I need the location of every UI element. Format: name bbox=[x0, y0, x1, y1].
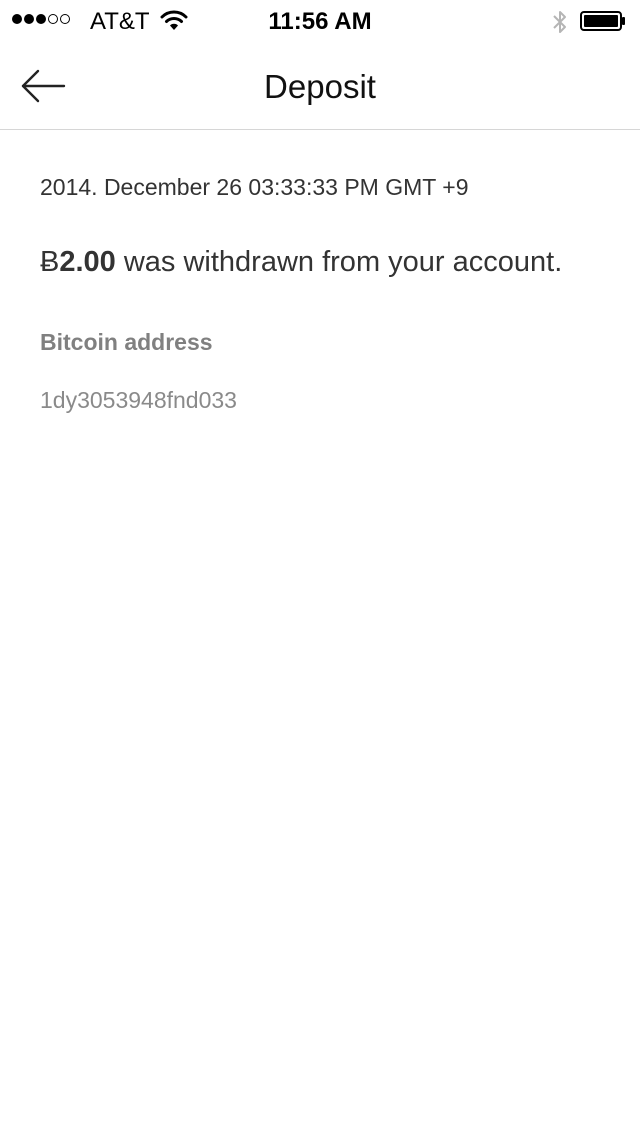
page-title: Deposit bbox=[264, 68, 376, 105]
status-bar: AT&T 11:56 AM bbox=[0, 0, 640, 40]
battery-icon bbox=[580, 11, 625, 31]
transaction-details: 2014. December 26 03:33:33 PM GMT +9 Ƀ2.… bbox=[40, 170, 610, 416]
transaction-amount: 2.00 bbox=[59, 246, 116, 278]
bitcoin-address-value[interactable]: 1dy3053948fnd033 bbox=[40, 384, 610, 416]
transaction-datetime: 2014. December 26 03:33:33 PM GMT +9 bbox=[40, 174, 469, 200]
bitcoin-address-label: Bitcoin address bbox=[40, 329, 213, 355]
transaction-message: Ƀ2.00 was withdrawn from your account. bbox=[40, 242, 610, 282]
bitcoin-symbol: Ƀ bbox=[40, 246, 60, 278]
navigation-bar: Deposit bbox=[0, 40, 640, 130]
status-time: 11:56 AM bbox=[268, 8, 372, 35]
transaction-message-text: was withdrawn from your account. bbox=[115, 246, 563, 278]
bluetooth-icon bbox=[553, 11, 566, 33]
